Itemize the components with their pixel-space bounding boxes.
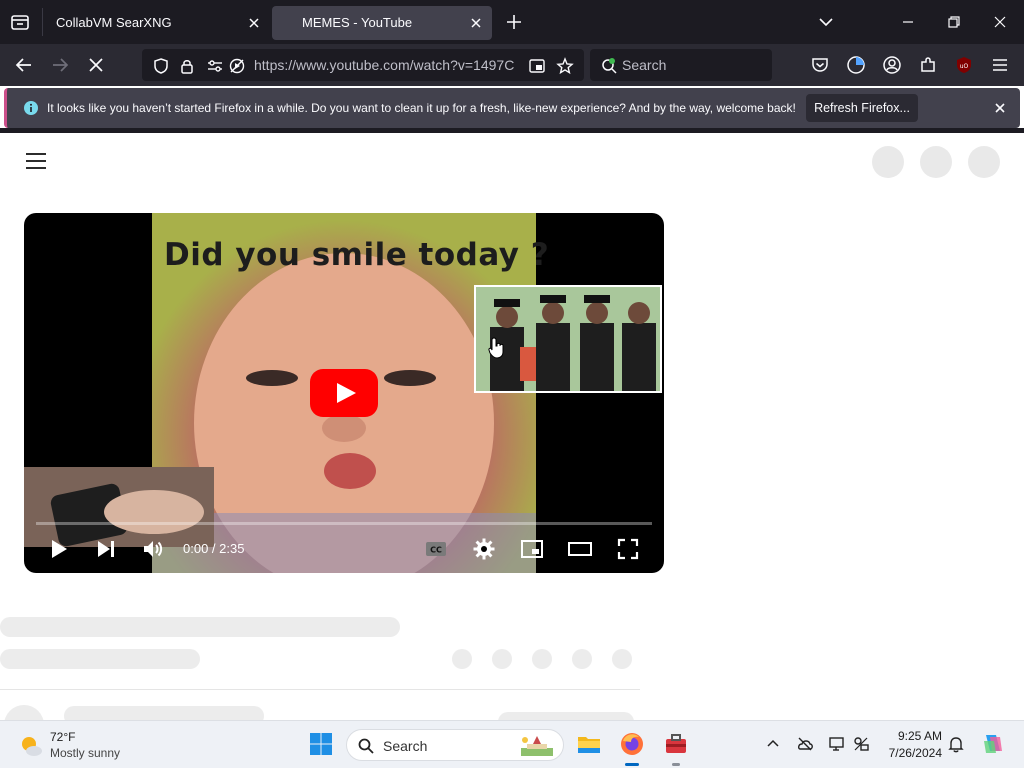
action-skeleton-dot — [532, 649, 552, 669]
extensions-puzzle-icon[interactable] — [917, 54, 939, 76]
file-explorer-icon[interactable] — [576, 731, 602, 757]
search-highlight-icon — [517, 734, 557, 758]
tab-collabvm-searxng[interactable]: CollabVM SearXNG — [44, 6, 270, 40]
channel-skeleton — [0, 649, 200, 669]
clock-date[interactable]: 7/26/2024 — [880, 746, 942, 760]
search-bar[interactable]: Search — [590, 49, 772, 81]
tab-title: CollabVM SearXNG — [56, 15, 172, 30]
copilot-icon[interactable] — [980, 731, 1006, 757]
forward-arrow-icon[interactable] — [49, 54, 71, 76]
display-icon[interactable] — [828, 735, 846, 753]
sun-cloud-icon[interactable] — [18, 733, 44, 759]
hand-cursor-icon — [488, 336, 506, 360]
notification-bell-icon[interactable] — [947, 735, 965, 753]
avatar-skeleton — [4, 705, 44, 720]
action-skeleton-dot — [492, 649, 512, 669]
firefox-active-indicator — [625, 763, 639, 766]
menu-hamburger-icon[interactable] — [989, 54, 1011, 76]
toolbox-running-indicator — [672, 763, 680, 766]
permissions-icon[interactable] — [206, 57, 224, 75]
tab-memes-youtube[interactable]: MEMES - YouTube — [272, 6, 492, 40]
fullscreen-icon[interactable] — [616, 537, 640, 561]
action-skeleton-dot — [572, 649, 592, 669]
chevron-down-icon[interactable] — [816, 12, 836, 32]
comment-skeleton — [64, 706, 264, 720]
toolbox-app-icon[interactable] — [663, 731, 689, 757]
sidebar-skeleton — [498, 712, 634, 720]
search-icon — [357, 737, 375, 755]
taskbar-search-placeholder: Search — [383, 738, 428, 754]
captions-icon[interactable]: CC — [424, 537, 448, 561]
volume-icon[interactable] — [141, 537, 165, 561]
weather-description[interactable]: Mostly sunny — [50, 746, 120, 760]
chevron-up-icon[interactable] — [764, 735, 782, 753]
minimize-icon[interactable] — [898, 12, 918, 32]
account-icon[interactable] — [881, 54, 903, 76]
theater-mode-icon[interactable] — [568, 537, 592, 561]
action-skeleton-dot — [612, 649, 632, 669]
shield-icon[interactable] — [152, 57, 170, 75]
firefox-icon[interactable] — [619, 731, 645, 757]
guide-menu-icon[interactable] — [24, 151, 48, 171]
tab-title: MEMES - YouTube — [302, 15, 413, 30]
taskbar-search[interactable]: Search — [346, 729, 564, 761]
title-skeleton — [0, 617, 400, 637]
pocket-icon[interactable] — [809, 54, 831, 76]
windows-taskbar: 72°F Mostly sunny Search 9:25 AM 7/26/20… — [0, 720, 1024, 768]
ublock-origin-icon[interactable]: uO — [953, 54, 975, 76]
divider — [0, 689, 640, 690]
youtube-page: Did you smile today ? 0:00 / 2:35 CC — [0, 133, 1024, 720]
bookmark-star-icon[interactable] — [556, 57, 574, 75]
close-icon[interactable] — [992, 100, 1008, 116]
stop-loading-icon[interactable] — [85, 54, 107, 76]
search-placeholder: Search — [622, 57, 667, 73]
search-engine-icon — [600, 57, 618, 75]
tab-list-icon[interactable] — [8, 10, 32, 34]
restore-icon[interactable] — [944, 12, 964, 32]
cloud-off-icon[interactable] — [796, 735, 814, 753]
url-text[interactable]: https://www.youtube.com/watch?v=1497C — [254, 57, 522, 73]
play-button-icon[interactable] — [310, 369, 378, 417]
close-icon[interactable] — [246, 15, 262, 31]
svg-text:CC: CC — [430, 546, 442, 555]
next-video-icon[interactable] — [94, 537, 118, 561]
refresh-firefox-notification: It looks like you haven’t started Firefo… — [4, 88, 1020, 128]
miniplayer-icon[interactable] — [520, 537, 544, 561]
loading-placeholder-circle — [968, 146, 1000, 178]
play-icon[interactable] — [46, 537, 70, 561]
inset-phone-image — [24, 467, 214, 547]
video-caption: Did you smile today ? — [164, 237, 550, 273]
info-icon — [23, 100, 39, 116]
video-player[interactable]: Did you smile today ? 0:00 / 2:35 CC — [24, 213, 664, 573]
notification-message: It looks like you haven’t started Firefo… — [47, 101, 796, 115]
loading-placeholder-circle — [920, 146, 952, 178]
window-close-icon[interactable] — [990, 12, 1010, 32]
address-bar[interactable]: https://www.youtube.com/watch?v=1497C — [142, 49, 584, 81]
network-icon[interactable] — [852, 735, 870, 753]
close-icon[interactable] — [468, 15, 484, 31]
windows-start-icon[interactable] — [308, 731, 334, 757]
weather-temperature[interactable]: 72°F — [50, 730, 75, 744]
nav-toolbar: https://www.youtube.com/watch?v=1497C Se… — [0, 44, 1024, 86]
picture-in-picture-icon[interactable] — [528, 57, 546, 75]
new-tab-plus-icon[interactable] — [504, 12, 524, 32]
clock-time[interactable]: 9:25 AM — [888, 729, 942, 743]
autoplay-blocked-icon[interactable] — [228, 57, 246, 75]
loading-placeholder-circle — [872, 146, 904, 178]
lock-icon[interactable] — [178, 57, 196, 75]
settings-gear-icon[interactable] — [472, 537, 496, 561]
svg-text:uO: uO — [960, 63, 969, 70]
tab-strip: CollabVM SearXNG MEMES - YouTube — [0, 0, 1024, 44]
extension-pie-icon[interactable] — [845, 54, 867, 76]
action-skeleton-dot — [452, 649, 472, 669]
time-display: 0:00 / 2:35 — [183, 541, 245, 556]
tab-separator — [42, 8, 43, 36]
progress-bar[interactable] — [36, 522, 652, 525]
refresh-firefox-button[interactable]: Refresh Firefox... — [806, 94, 918, 122]
back-arrow-icon[interactable] — [13, 54, 35, 76]
